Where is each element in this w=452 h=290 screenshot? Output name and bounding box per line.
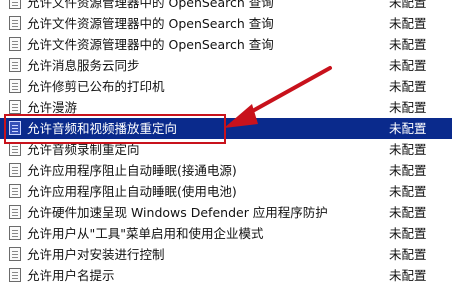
policy-row[interactable]: 允许消息服务云同步 未配置 <box>0 55 452 76</box>
policy-setting-icon <box>9 163 21 177</box>
policy-name: 允许音频和视频播放重定向 <box>27 121 178 136</box>
policy-state: 未配置 <box>389 79 427 94</box>
policy-row[interactable]: 允许应用程序阻止自动睡眠(接通电源) 未配置 <box>0 160 452 181</box>
policy-name: 允许消息服务云同步 <box>27 58 140 73</box>
policy-name: 允许用户对安装进行控制 <box>27 247 165 262</box>
policy-row[interactable]: 允许音频和视频播放重定向 未配置 <box>0 118 452 139</box>
policy-row[interactable]: 允许用户名提示 未配置 <box>0 265 452 286</box>
policy-row[interactable]: 允许文件资源管理器中的 OpenSearch 查询 未配置 <box>0 0 452 13</box>
policy-state: 未配置 <box>389 58 427 73</box>
policy-name: 允许硬件加速呈现 Windows Defender 应用程序防护 <box>27 205 328 220</box>
policy-state: 未配置 <box>389 268 427 283</box>
policy-name: 允许应用程序阻止自动睡眠(接通电源) <box>27 163 237 178</box>
policy-setting-icon <box>9 37 21 51</box>
policy-state: 未配置 <box>389 0 427 10</box>
policy-setting-icon <box>9 205 21 219</box>
policy-name: 允许文件资源管理器中的 OpenSearch 查询 <box>27 0 274 10</box>
policy-name: 允许文件资源管理器中的 OpenSearch 查询 <box>27 37 274 52</box>
policy-setting-icon <box>9 268 21 282</box>
policy-row[interactable]: 允许文件资源管理器中的 OpenSearch 查询 未配置 <box>0 34 452 55</box>
policy-state: 未配置 <box>389 226 427 241</box>
policy-row[interactable]: 允许文件资源管理器中的 OpenSearch 查询 未配置 <box>0 13 452 34</box>
policy-name: 允许用户从"工具"菜单启用和使用企业模式 <box>27 226 264 241</box>
policy-setting-icon <box>9 79 21 93</box>
policy-setting-icon <box>9 100 21 114</box>
policy-name: 允许修剪已公布的打印机 <box>27 79 165 94</box>
policy-setting-icon <box>9 16 21 30</box>
policy-list: 允许文件资源管理器中的 OpenSearch 查询 未配置 允许文件资源管理器中的 … <box>0 0 452 286</box>
policy-row[interactable]: 允许漫游 未配置 <box>0 97 452 118</box>
policy-setting-icon <box>9 142 21 156</box>
policy-state: 未配置 <box>389 16 427 31</box>
policy-row[interactable]: 允许用户从"工具"菜单启用和使用企业模式 未配置 <box>0 223 452 244</box>
policy-state: 未配置 <box>389 205 427 220</box>
policy-state: 未配置 <box>389 184 427 199</box>
policy-setting-icon <box>9 226 21 240</box>
policy-state: 未配置 <box>389 37 427 52</box>
policy-row[interactable]: 允许硬件加速呈现 Windows Defender 应用程序防护 未配置 <box>0 202 452 223</box>
policy-name: 允许漫游 <box>27 100 78 115</box>
policy-row[interactable]: 允许音频录制重定向 未配置 <box>0 139 452 160</box>
policy-setting-icon <box>9 184 21 198</box>
policy-name: 允许文件资源管理器中的 OpenSearch 查询 <box>27 16 274 31</box>
policy-name: 允许用户名提示 <box>27 268 115 283</box>
policy-state: 未配置 <box>389 142 427 157</box>
policy-setting-icon <box>9 121 21 135</box>
policy-setting-icon <box>9 58 21 72</box>
policy-state: 未配置 <box>389 100 427 115</box>
policy-state: 未配置 <box>389 163 427 178</box>
policy-name: 允许应用程序阻止自动睡眠(使用电池) <box>27 184 237 199</box>
policy-state: 未配置 <box>389 121 427 136</box>
policy-setting-icon <box>9 0 21 9</box>
policy-row[interactable]: 允许应用程序阻止自动睡眠(使用电池) 未配置 <box>0 181 452 202</box>
policy-name: 允许音频录制重定向 <box>27 142 140 157</box>
policy-row[interactable]: 允许用户对安装进行控制 未配置 <box>0 244 452 265</box>
policy-state: 未配置 <box>389 247 427 262</box>
policy-row[interactable]: 允许修剪已公布的打印机 未配置 <box>0 76 452 97</box>
policy-setting-icon <box>9 247 21 261</box>
